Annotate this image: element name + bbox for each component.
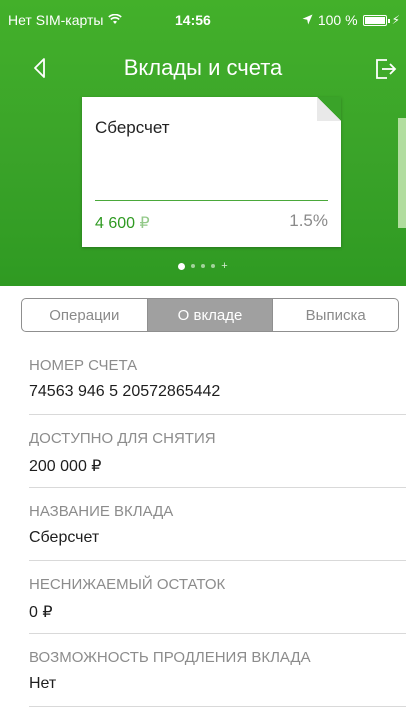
detail-value: 74563 946 5 20572865442 [29, 383, 221, 400]
status-right: 100 % ⚡ [302, 12, 400, 28]
detail-value: 200 000 ₽ [29, 458, 102, 475]
detail-label: ВОЗМОЖНОСТЬ ПРОДЛЕНИЯ ВКЛАДА [29, 649, 311, 666]
page-dot [201, 264, 206, 268]
page-title: Вклады и счета [123, 55, 283, 80]
detail-value: 0 ₽ [29, 604, 53, 621]
detail-value: Сберсчет [29, 529, 100, 546]
page-dot-active [178, 262, 186, 270]
detail-row-account-number: НОМЕР СЧЕТА 74563 946 5 20572865442 [29, 342, 406, 415]
page-indicator[interactable]: + [0, 260, 406, 272]
card-balance-value: 4 600 [95, 215, 136, 232]
carrier-label: Нет SIM-карты [8, 12, 104, 28]
battery-icon [362, 14, 390, 26]
carrier-info: Нет SIM-карты [8, 12, 123, 28]
detail-row-renewal: ВОЗМОЖНОСТЬ ПРОДЛЕНИЯ ВКЛАДА Нет [29, 634, 406, 707]
clock: 14:56 [175, 12, 211, 28]
detail-value: Нет [29, 675, 57, 692]
detail-label: ДОСТУПНО ДЛЯ СНЯТИЯ [29, 430, 216, 447]
tab-operations[interactable]: Операции [22, 299, 148, 331]
tab-about-deposit[interactable]: О вкладе [147, 299, 274, 331]
navigation-bar: Вклады и счета [0, 46, 406, 90]
detail-row-deposit-name: НАЗВАНИЕ ВКЛАДА Сберсчет [29, 488, 406, 561]
card-title: Сберсчет [95, 118, 170, 137]
page-dot [191, 264, 196, 268]
card-corner-fold [317, 97, 341, 121]
tab-statement[interactable]: Выписка [273, 299, 398, 331]
status-bar: Нет SIM-карты 14:56 100 % ⚡ [0, 0, 406, 40]
card-divider [95, 200, 328, 201]
detail-row-available: ДОСТУПНО ДЛЯ СНЯТИЯ 200 000 ₽ [29, 415, 406, 488]
add-page-icon: + [221, 260, 228, 272]
segmented-tabs: Операции О вкладе Выписка [21, 298, 399, 332]
card-balance: 4 600 ₽ [95, 213, 150, 233]
page-dot [211, 264, 216, 268]
logout-icon[interactable] [372, 56, 398, 82]
location-arrow-icon [302, 12, 313, 28]
detail-label: НАЗВАНИЕ ВКЛАДА [29, 503, 174, 520]
detail-label: НОМЕР СЧЕТА [29, 357, 138, 374]
deposit-card[interactable]: Сберсчет 4 600 ₽ 1.5% [82, 97, 341, 247]
charging-icon: ⚡ [391, 13, 400, 27]
card-currency: ₽ [139, 215, 150, 232]
wifi-icon [108, 12, 123, 28]
card-interest-rate: 1.5% [289, 211, 328, 230]
battery-percent: 100 % [317, 12, 358, 28]
header: Нет SIM-карты 14:56 100 % ⚡ Вклады и сче… [0, 0, 406, 286]
deposit-details: НОМЕР СЧЕТА 74563 946 5 20572865442 ДОСТ… [29, 342, 406, 707]
next-card-peek[interactable] [398, 118, 406, 228]
detail-label: НЕСНИЖАЕМЫЙ ОСТАТОК [29, 576, 226, 593]
detail-row-min-balance: НЕСНИЖАЕМЫЙ ОСТАТОК 0 ₽ [29, 561, 406, 634]
